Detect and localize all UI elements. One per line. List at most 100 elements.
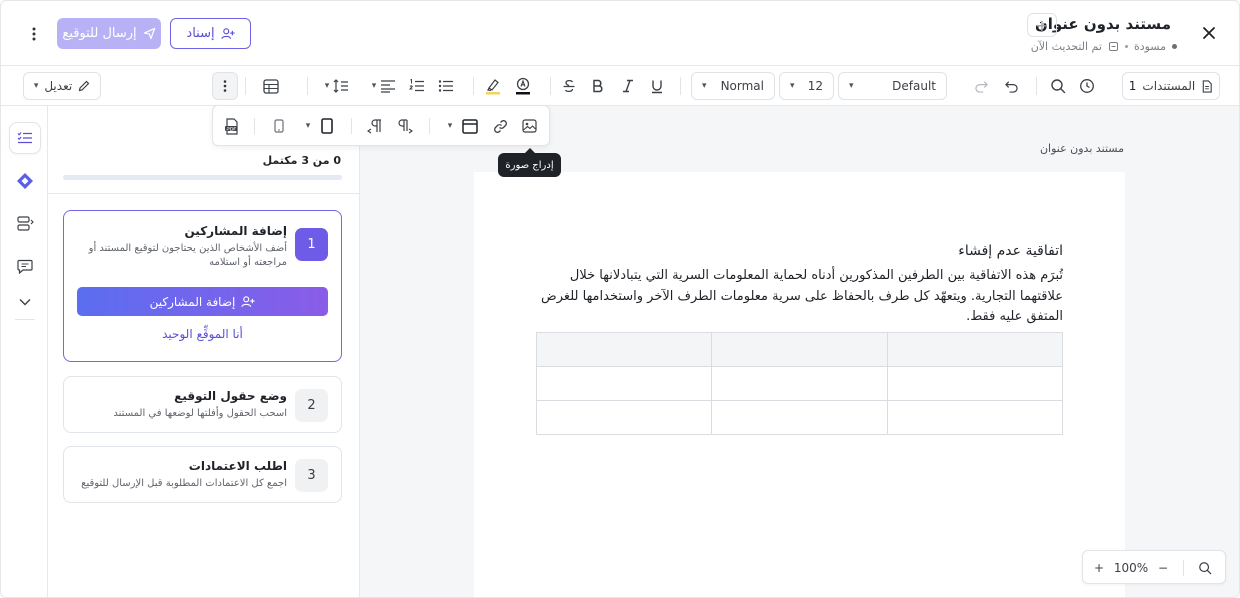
document-table[interactable]: [535, 332, 1064, 435]
send-icon: [143, 27, 155, 40]
chevron-down-icon: ▾: [305, 121, 311, 131]
italic-icon: [623, 79, 633, 93]
step-card-add-participants: 1 إضافة المشاركين أضف الأشخاص الذين يحتا…: [63, 210, 342, 362]
portrait-orientation-button[interactable]: [317, 116, 337, 136]
italic-button[interactable]: [617, 72, 639, 100]
rail-ai-assistant[interactable]: [9, 165, 41, 197]
add-user-icon: [241, 296, 255, 307]
checklist-icon: [17, 132, 32, 144]
toolbar-divider: [550, 77, 551, 95]
documents-label: المستندات: [1142, 79, 1196, 93]
rail-expand-button[interactable]: [9, 286, 41, 318]
add-document-button[interactable]: +: [1027, 13, 1057, 37]
search-icon: [1051, 79, 1066, 94]
document-paragraph[interactable]: تُبرَم هذه الاتفاقية بين الطرفين المذكور…: [533, 266, 1063, 328]
history-button[interactable]: [1076, 72, 1098, 100]
bold-button[interactable]: [587, 72, 609, 100]
zoom-out-button[interactable]: −: [1153, 558, 1173, 578]
zoom-level[interactable]: 100%: [1114, 558, 1148, 578]
insert-link-button[interactable]: [490, 116, 510, 136]
insert-block-button[interactable]: [460, 116, 480, 136]
table-row: [535, 366, 1064, 401]
underline-icon: [652, 80, 662, 93]
pdf-file-icon: [225, 117, 238, 135]
insert-table-button[interactable]: [260, 72, 282, 100]
orientation-dropdown[interactable]: ▾: [301, 116, 315, 136]
rail-checklist[interactable]: [9, 122, 41, 154]
highlight-button[interactable]: [482, 72, 504, 100]
table-cell[interactable]: [535, 400, 713, 435]
chevron-down-icon: ▾: [371, 81, 377, 91]
text-color-button[interactable]: [512, 72, 534, 100]
block-options-dropdown[interactable]: ▾: [443, 116, 457, 136]
bullet-list-button[interactable]: [435, 72, 457, 100]
toolbar-divider: [473, 77, 474, 95]
redo-button[interactable]: [970, 72, 992, 100]
more-options-button[interactable]: [25, 23, 43, 45]
table-cell[interactable]: [535, 366, 713, 401]
zoom-controls: − 100% +: [1082, 550, 1226, 584]
table-cell[interactable]: [886, 332, 1064, 367]
step-card-signature-fields[interactable]: 2 وضع حقول التوقيع اسحب الحقول وأفلتها ل…: [63, 376, 342, 433]
assign-button[interactable]: إسناد: [170, 18, 251, 49]
mobile-page-icon: [274, 119, 284, 133]
table-cell[interactable]: [886, 400, 1064, 435]
app-window: مستند بدون عنوان + مسودة تم التحديث الآن…: [0, 0, 1240, 598]
close-icon: [1203, 27, 1215, 39]
table-cell[interactable]: [886, 366, 1064, 401]
table-cell[interactable]: [711, 366, 888, 401]
numbered-list-icon: [409, 79, 424, 92]
text-direction-rtl-button[interactable]: [365, 116, 385, 136]
paragraph-style-select[interactable]: ▾ Normal: [691, 72, 775, 100]
document-heading[interactable]: اتفاقية عدم إفشاء: [958, 243, 1063, 259]
zoom-search-button[interactable]: [1195, 558, 1215, 578]
portrait-page-icon: [321, 118, 333, 134]
step-card-approvals[interactable]: 3 اطلب الاعتمادات اجمع كل الاعتمادات الم…: [63, 446, 342, 503]
toolbar-divider: [1036, 77, 1037, 95]
plus-icon: +: [1035, 15, 1049, 35]
strikethrough-icon: [563, 79, 575, 93]
close-button[interactable]: [1197, 21, 1221, 45]
rail-comments[interactable]: [9, 250, 41, 282]
undo-icon: [1004, 80, 1018, 93]
toolbar-divider: [307, 77, 308, 95]
step-title: اطلب الاعتمادات: [188, 459, 287, 473]
more-vertical-icon: [32, 27, 36, 41]
export-pdf-button[interactable]: [222, 116, 242, 136]
table-cell[interactable]: [535, 332, 713, 367]
numbered-list-button[interactable]: [406, 72, 428, 100]
rail-fields[interactable]: [9, 207, 41, 239]
text-align-button[interactable]: ▾: [369, 72, 399, 100]
step-title: وضع حقول التوقيع: [174, 389, 287, 403]
text-direction-ltr-button[interactable]: [395, 116, 415, 136]
plus-icon: +: [1093, 561, 1105, 575]
undo-button[interactable]: [1000, 72, 1022, 100]
image-icon: [521, 119, 537, 133]
toolbar-divider: [254, 118, 255, 134]
document-page[interactable]: اتفاقية عدم إفشاء تُبرَم هذه الاتفاقية ب…: [474, 172, 1125, 597]
step-description: أضف الأشخاص الذين يحتاجون لتوقيع المستند…: [88, 243, 287, 268]
insert-image-button[interactable]: [519, 116, 539, 136]
add-participants-button[interactable]: إضافة المشاركين: [77, 287, 328, 316]
zoom-in-button[interactable]: +: [1089, 558, 1109, 578]
toolbar-divider: [245, 77, 246, 95]
font-size-select[interactable]: ▾ 12: [779, 72, 834, 100]
comment-icon: [17, 259, 33, 274]
line-spacing-button[interactable]: ▾: [321, 72, 353, 100]
documents-button[interactable]: المستندات 1: [1122, 72, 1220, 100]
toolbar-divider: [351, 118, 352, 134]
table-cell[interactable]: [711, 400, 888, 435]
more-tools-button[interactable]: [212, 72, 238, 100]
strikethrough-button[interactable]: [558, 72, 580, 100]
search-button[interactable]: [1047, 72, 1069, 100]
more-vertical-icon: [223, 80, 227, 92]
send-for-signature-button[interactable]: إرسال للتوقيع: [57, 18, 161, 49]
font-family-select[interactable]: ▾ Default: [838, 72, 947, 100]
table-cell[interactable]: [711, 332, 888, 367]
only-signer-link[interactable]: أنا الموقِّع الوحيد: [77, 327, 328, 341]
edit-mode-label: تعديل: [44, 79, 73, 93]
underline-button[interactable]: [646, 72, 668, 100]
page-size-button[interactable]: [269, 116, 289, 136]
edit-mode-select[interactable]: تعديل ▾: [23, 72, 101, 100]
step-title: إضافة المشاركين: [184, 224, 288, 238]
